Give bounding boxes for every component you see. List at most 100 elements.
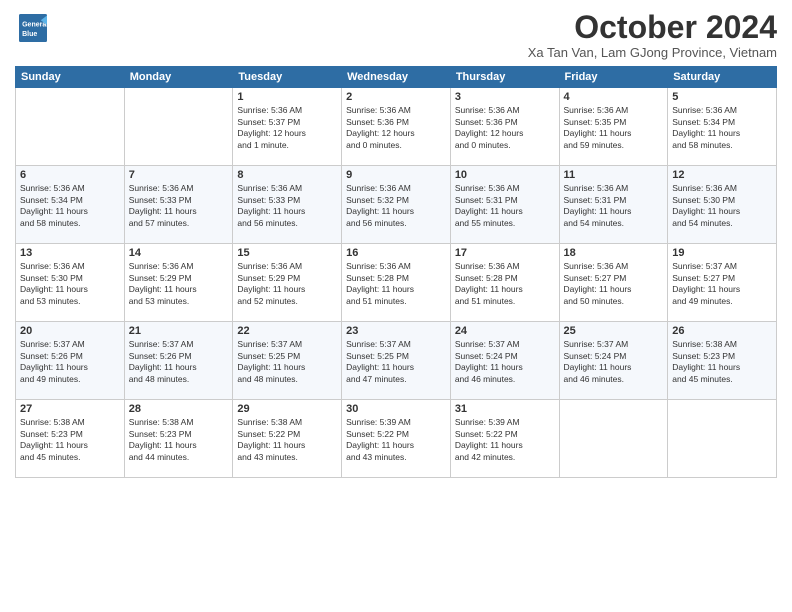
day-info: Sunrise: 5:36 AM Sunset: 5:30 PM Dayligh… — [672, 183, 772, 229]
calendar-cell: 18 Sunrise: 5:36 AM Sunset: 5:27 PM Dayli… — [559, 244, 668, 322]
calendar-header-sunday: Sunday — [16, 67, 125, 88]
day-number: 8 — [237, 169, 337, 181]
day-info: Sunrise: 5:36 AM Sunset: 5:37 PM Dayligh… — [237, 105, 337, 151]
day-number: 24 — [455, 325, 555, 337]
calendar-cell — [559, 400, 668, 478]
day-info: Sunrise: 5:36 AM Sunset: 5:29 PM Dayligh… — [129, 261, 229, 307]
day-info: Sunrise: 5:36 AM Sunset: 5:31 PM Dayligh… — [564, 183, 664, 229]
day-info: Sunrise: 5:37 AM Sunset: 5:24 PM Dayligh… — [564, 339, 664, 385]
day-info: Sunrise: 5:36 AM Sunset: 5:34 PM Dayligh… — [20, 183, 120, 229]
calendar-cell: 29 Sunrise: 5:38 AM Sunset: 5:22 PM Dayli… — [233, 400, 342, 478]
day-number: 2 — [346, 91, 446, 103]
calendar-cell: 9Sunrise: 5:36 AM Sunset: 5:32 PM Daylig… — [342, 166, 451, 244]
calendar-cell: 30Sunrise: 5:39 AM Sunset: 5:22 PM Dayli… — [342, 400, 451, 478]
location: Xa Tan Van, Lam GJong Province, Vietnam — [528, 45, 777, 60]
page: General Blue October 2024 Xa Tan Van, La… — [0, 0, 792, 612]
day-info: Sunrise: 5:36 AM Sunset: 5:29 PM Dayligh… — [237, 261, 337, 307]
calendar-cell: 23 Sunrise: 5:37 AM Sunset: 5:25 PM Dayli… — [342, 322, 451, 400]
day-info: Sunrise: 5:39 AM Sunset: 5:22 PM Dayligh… — [455, 417, 555, 463]
day-info: Sunrise: 5:36 AM Sunset: 5:36 PM Dayligh… — [346, 105, 446, 151]
calendar-cell: 25 Sunrise: 5:37 AM Sunset: 5:24 PM Dayli… — [559, 322, 668, 400]
day-info: Sunrise: 5:36 AM Sunset: 5:35 PM Dayligh… — [564, 105, 664, 151]
header: General Blue October 2024 Xa Tan Van, La… — [15, 10, 777, 60]
calendar-cell: 24 Sunrise: 5:37 AM Sunset: 5:24 PM Dayli… — [450, 322, 559, 400]
calendar-cell: 27Sunrise: 5:38 AM Sunset: 5:23 PM Dayli… — [16, 400, 125, 478]
day-info: Sunrise: 5:38 AM Sunset: 5:23 PM Dayligh… — [129, 417, 229, 463]
day-number: 1 — [237, 91, 337, 103]
calendar-cell: 6 Sunrise: 5:36 AM Sunset: 5:34 PM Daylig… — [16, 166, 125, 244]
svg-text:Blue: Blue — [22, 31, 37, 38]
calendar-week-2: 13Sunrise: 5:36 AM Sunset: 5:30 PM Dayli… — [16, 244, 777, 322]
calendar-cell: 1 Sunrise: 5:36 AM Sunset: 5:37 PM Daylig… — [233, 88, 342, 166]
calendar-cell: 28 Sunrise: 5:38 AM Sunset: 5:23 PM Dayli… — [124, 400, 233, 478]
day-number: 3 — [455, 91, 555, 103]
day-info: Sunrise: 5:37 AM Sunset: 5:25 PM Dayligh… — [237, 339, 337, 385]
calendar-cell: 19 Sunrise: 5:37 AM Sunset: 5:27 PM Dayli… — [668, 244, 777, 322]
calendar-cell: 2 Sunrise: 5:36 AM Sunset: 5:36 PM Daylig… — [342, 88, 451, 166]
logo-icon: General Blue — [19, 14, 47, 42]
day-number: 5 — [672, 91, 772, 103]
day-number: 28 — [129, 403, 229, 415]
day-info: Sunrise: 5:37 AM Sunset: 5:26 PM Dayligh… — [129, 339, 229, 385]
calendar-cell: 12Sunrise: 5:36 AM Sunset: 5:30 PM Dayli… — [668, 166, 777, 244]
svg-text:General: General — [22, 21, 47, 28]
day-number: 21 — [129, 325, 229, 337]
day-info: Sunrise: 5:36 AM Sunset: 5:28 PM Dayligh… — [346, 261, 446, 307]
calendar-cell: 31Sunrise: 5:39 AM Sunset: 5:22 PM Dayli… — [450, 400, 559, 478]
calendar-cell: 22 Sunrise: 5:37 AM Sunset: 5:25 PM Dayli… — [233, 322, 342, 400]
day-info: Sunrise: 5:37 AM Sunset: 5:27 PM Dayligh… — [672, 261, 772, 307]
calendar-header-thursday: Thursday — [450, 67, 559, 88]
calendar-header-monday: Monday — [124, 67, 233, 88]
calendar-cell: 14 Sunrise: 5:36 AM Sunset: 5:29 PM Dayli… — [124, 244, 233, 322]
day-info: Sunrise: 5:36 AM Sunset: 5:34 PM Dayligh… — [672, 105, 772, 151]
calendar-header-friday: Friday — [559, 67, 668, 88]
day-info: Sunrise: 5:36 AM Sunset: 5:31 PM Dayligh… — [455, 183, 555, 229]
calendar-cell: 11 Sunrise: 5:36 AM Sunset: 5:31 PM Dayli… — [559, 166, 668, 244]
day-number: 6 — [20, 169, 120, 181]
day-info: Sunrise: 5:38 AM Sunset: 5:22 PM Dayligh… — [237, 417, 337, 463]
title-block: October 2024 Xa Tan Van, Lam GJong Provi… — [528, 10, 777, 60]
calendar-header-saturday: Saturday — [668, 67, 777, 88]
day-info: Sunrise: 5:37 AM Sunset: 5:25 PM Dayligh… — [346, 339, 446, 385]
day-info: Sunrise: 5:36 AM Sunset: 5:32 PM Dayligh… — [346, 183, 446, 229]
day-info: Sunrise: 5:36 AM Sunset: 5:27 PM Dayligh… — [564, 261, 664, 307]
day-number: 22 — [237, 325, 337, 337]
day-info: Sunrise: 5:36 AM Sunset: 5:28 PM Dayligh… — [455, 261, 555, 307]
calendar-week-0: 1 Sunrise: 5:36 AM Sunset: 5:37 PM Daylig… — [16, 88, 777, 166]
calendar-cell: 7Sunrise: 5:36 AM Sunset: 5:33 PM Daylig… — [124, 166, 233, 244]
calendar-header-row: SundayMondayTuesdayWednesdayThursdayFrid… — [16, 67, 777, 88]
calendar-cell — [668, 400, 777, 478]
calendar-week-3: 20 Sunrise: 5:37 AM Sunset: 5:26 PM Dayli… — [16, 322, 777, 400]
calendar-cell: 17Sunrise: 5:36 AM Sunset: 5:28 PM Dayli… — [450, 244, 559, 322]
day-number: 19 — [672, 247, 772, 259]
day-info: Sunrise: 5:38 AM Sunset: 5:23 PM Dayligh… — [672, 339, 772, 385]
day-info: Sunrise: 5:36 AM Sunset: 5:33 PM Dayligh… — [129, 183, 229, 229]
day-info: Sunrise: 5:37 AM Sunset: 5:24 PM Dayligh… — [455, 339, 555, 385]
calendar-cell: 5 Sunrise: 5:36 AM Sunset: 5:34 PM Daylig… — [668, 88, 777, 166]
calendar-cell: 4 Sunrise: 5:36 AM Sunset: 5:35 PM Daylig… — [559, 88, 668, 166]
day-number: 29 — [237, 403, 337, 415]
day-number: 26 — [672, 325, 772, 337]
logo: General Blue — [15, 14, 47, 42]
day-number: 16 — [346, 247, 446, 259]
day-number: 23 — [346, 325, 446, 337]
day-number: 11 — [564, 169, 664, 181]
calendar-cell: 10Sunrise: 5:36 AM Sunset: 5:31 PM Dayli… — [450, 166, 559, 244]
day-info: Sunrise: 5:36 AM Sunset: 5:30 PM Dayligh… — [20, 261, 120, 307]
day-number: 20 — [20, 325, 120, 337]
day-number: 27 — [20, 403, 120, 415]
calendar-cell: 15Sunrise: 5:36 AM Sunset: 5:29 PM Dayli… — [233, 244, 342, 322]
calendar-cell: 3 Sunrise: 5:36 AM Sunset: 5:36 PM Daylig… — [450, 88, 559, 166]
calendar-header-wednesday: Wednesday — [342, 67, 451, 88]
calendar-cell: 21 Sunrise: 5:37 AM Sunset: 5:26 PM Dayli… — [124, 322, 233, 400]
day-number: 30 — [346, 403, 446, 415]
day-info: Sunrise: 5:36 AM Sunset: 5:36 PM Dayligh… — [455, 105, 555, 151]
calendar-cell — [16, 88, 125, 166]
day-number: 4 — [564, 91, 664, 103]
day-number: 14 — [129, 247, 229, 259]
day-number: 18 — [564, 247, 664, 259]
day-info: Sunrise: 5:36 AM Sunset: 5:33 PM Dayligh… — [237, 183, 337, 229]
calendar-week-4: 27 Sunrise: 5:38 AM Sunset: 5:23 PM Dayli… — [16, 400, 777, 478]
calendar-header-tuesday: Tuesday — [233, 67, 342, 88]
day-number: 25 — [564, 325, 664, 337]
